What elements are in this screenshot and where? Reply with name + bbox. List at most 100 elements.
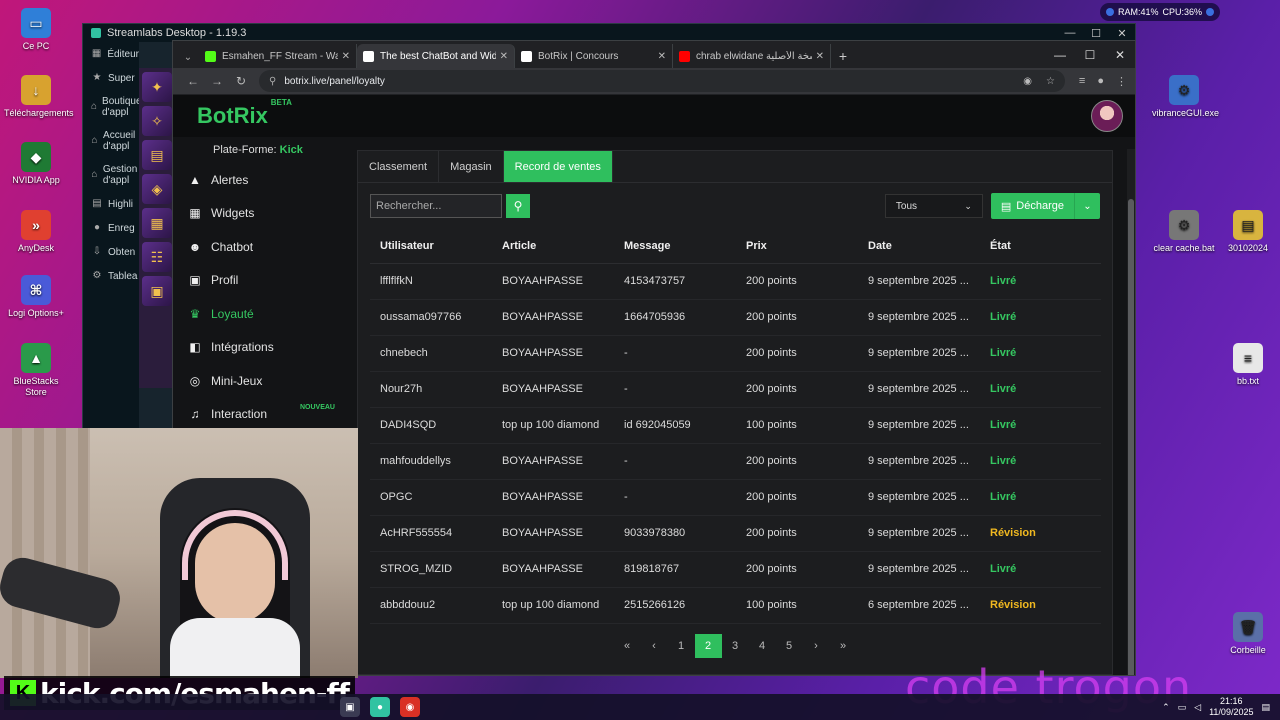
close-button[interactable]: ✕ <box>1109 27 1135 40</box>
search-input[interactable]: Rechercher... <box>370 194 502 218</box>
streamlabs-nav-item[interactable]: ★ Super <box>83 66 139 90</box>
column-header[interactable]: État <box>980 229 1101 264</box>
tab-close-icon[interactable]: ✕ <box>658 51 666 62</box>
url-text[interactable]: botrix.live/panel/loyalty <box>284 76 385 87</box>
reload-icon[interactable]: ↻ <box>229 74 253 88</box>
desktop-icon[interactable]: ⚙ vibranceGUI.exe <box>1152 75 1219 119</box>
desktop-icon[interactable]: ◆ NVIDIA App <box>4 142 68 186</box>
sidebar-item-chatbot[interactable]: ☻ Chatbot <box>173 230 349 264</box>
next-page-icon[interactable]: › <box>803 634 830 658</box>
taskbar-app-icon[interactable]: ▣ <box>340 697 360 717</box>
search-button[interactable]: ⚲ <box>506 194 530 218</box>
page-button[interactable]: 3 <box>722 634 749 658</box>
browser-close-button[interactable]: ✕ <box>1105 48 1135 62</box>
browser-tab[interactable]: BotRix | Concours ✕ <box>515 44 673 68</box>
sidebar-item-interaction[interactable]: ♫ Interaction NOUVEAU <box>173 398 349 432</box>
desktop-icon[interactable]: » AnyDesk <box>4 210 68 254</box>
bookmark-star-icon[interactable]: ☆ <box>1046 76 1055 87</box>
notification-icon[interactable]: ▤ <box>1261 702 1270 713</box>
scene-tile[interactable]: ▤ <box>142 140 172 170</box>
address-bar[interactable]: ⚲ botrix.live/panel/loyalty ◉ ☆ <box>259 70 1065 92</box>
status-filter-select[interactable]: Tous ⌄ <box>884 194 983 218</box>
scene-tile[interactable]: ◈ <box>142 174 172 204</box>
botrix-logo[interactable]: BotRix BETA <box>197 98 292 129</box>
browser-tab[interactable]: The best ChatBot and Widgets ✕ <box>357 44 515 68</box>
column-header[interactable]: Message <box>614 229 736 264</box>
streamlabs-nav-item[interactable]: ⌂ Boutique d'appl <box>83 90 142 124</box>
desktop-icon[interactable]: ⚙ clear cache.bat <box>1152 210 1216 254</box>
tab-magasin[interactable]: Magasin <box>439 151 504 182</box>
streamlabs-nav-item[interactable]: ▤ Highli <box>83 192 139 216</box>
streamlabs-taskbar-icon[interactable]: ● <box>370 697 390 717</box>
desktop-icon[interactable]: 🗑 Corbeille <box>1216 612 1280 656</box>
streamlabs-nav-item[interactable]: ⌂ Accueil d'appl <box>83 124 139 158</box>
chatbot-icon: ☻ <box>188 239 202 254</box>
streamlabs-nav-item[interactable]: ⚙ Tablea <box>83 264 139 288</box>
page-button[interactable]: 5 <box>776 634 803 658</box>
tab-classement[interactable]: Classement <box>358 151 440 182</box>
desktop-icon[interactable]: ↓ Téléchargements <box>4 75 74 119</box>
page-button[interactable]: 2 <box>694 633 722 658</box>
tab-close-icon[interactable]: ✕ <box>500 51 508 62</box>
forward-icon[interactable]: → <box>205 74 229 88</box>
download-button[interactable]: ▤ Décharge <box>991 193 1075 219</box>
sidebar-item-loyalty[interactable]: ♛ Loyauté <box>173 297 349 331</box>
minimize-button[interactable]: — <box>1057 27 1083 40</box>
eye-off-icon[interactable]: ◉ <box>1023 76 1032 87</box>
back-icon[interactable]: ← <box>181 74 205 88</box>
profile-icon[interactable]: ● <box>1097 75 1104 88</box>
page-button[interactable]: 4 <box>749 634 776 658</box>
column-header[interactable]: Date <box>858 229 980 264</box>
media-control-icon[interactable]: ≡ <box>1079 75 1085 88</box>
sidebar-item-mini-games[interactable]: ◎ Mini-Jeux <box>173 364 349 398</box>
tab-close-icon[interactable]: ✕ <box>816 51 824 62</box>
tab-close-icon[interactable]: ✕ <box>342 51 350 62</box>
browser-tab[interactable]: chrab elwidane نسخة الأصلية ✕ <box>673 44 831 68</box>
tab-search-icon[interactable]: ⌄ <box>177 46 199 68</box>
browser-minimize-button[interactable]: — <box>1045 48 1075 62</box>
scene-tile[interactable]: ▦ <box>142 208 172 238</box>
sidebar-item-profile[interactable]: ▣ Profil <box>173 264 349 298</box>
chrome-taskbar-icon[interactable]: ◉ <box>400 697 420 717</box>
cell-date: 9 septembre 2025 ... <box>858 371 980 408</box>
site-info-icon[interactable]: ⚲ <box>269 76 276 87</box>
streamlabs-nav-item[interactable]: ● Enreg <box>83 216 139 240</box>
last-page-icon[interactable]: » <box>830 634 857 658</box>
scene-tile[interactable]: ✦ <box>142 72 172 102</box>
streamlabs-nav-item[interactable]: ⇩ Obten <box>83 240 139 264</box>
sidebar-item-integrations[interactable]: ◧ Intégrations <box>173 331 349 365</box>
streamlabs-nav-item[interactable]: ▦ Éditeur <box>83 42 139 66</box>
network-icon[interactable]: ▭ <box>1178 702 1187 713</box>
scrollbar-thumb[interactable] <box>1128 199 1134 675</box>
column-header[interactable]: Prix <box>736 229 858 264</box>
desktop-icon[interactable]: ▲ BlueStacks Store <box>4 343 68 398</box>
volume-icon[interactable]: ◁ <box>1194 702 1201 713</box>
column-header[interactable]: Article <box>492 229 614 264</box>
desktop-icon-label: Corbeille <box>1230 645 1266 655</box>
browser-tab[interactable]: Esmahen_FF Stream - Watch Li ✕ <box>199 44 357 68</box>
maximize-button[interactable]: ☐ <box>1083 27 1109 40</box>
chevron-up-icon[interactable]: ⌃ <box>1162 702 1170 713</box>
scene-tile[interactable]: ▣ <box>142 276 172 306</box>
page-button[interactable]: 1 <box>668 634 695 658</box>
clock[interactable]: 21:16 11/09/2025 <box>1209 696 1253 718</box>
desktop-icon[interactable]: ▭ Ce PC <box>4 8 68 52</box>
sidebar-item-widgets[interactable]: ▦ Widgets <box>173 197 349 231</box>
prev-page-icon[interactable]: ‹ <box>641 634 668 658</box>
scene-tile[interactable]: ✧ <box>142 106 172 136</box>
menu-icon[interactable]: ⋮ <box>1116 75 1127 88</box>
download-options-chevron-icon[interactable]: ⌄ <box>1075 201 1100 212</box>
user-avatar[interactable] <box>1091 100 1123 132</box>
sidebar-item-alerts[interactable]: ▲ Alertes <box>173 163 349 197</box>
streamlabs-nav-item[interactable]: ⌂ Gestion d'appl <box>83 158 139 192</box>
new-tab-button[interactable]: + <box>831 44 855 68</box>
column-header[interactable]: Utilisateur <box>370 229 492 264</box>
page-scrollbar[interactable] <box>1127 149 1135 675</box>
desktop-icon[interactable]: ⌘ Logi Options+ <box>4 275 68 319</box>
scene-tile[interactable]: ☷ <box>142 242 172 272</box>
first-page-icon[interactable]: « <box>614 634 641 658</box>
tab-record-de-ventes[interactable]: Record de ventes <box>503 151 613 182</box>
desktop-icon[interactable]: ▤ 30102024 <box>1216 210 1280 254</box>
desktop-icon[interactable]: ≡ bb.txt <box>1216 343 1280 387</box>
browser-maximize-button[interactable]: ☐ <box>1075 48 1105 62</box>
